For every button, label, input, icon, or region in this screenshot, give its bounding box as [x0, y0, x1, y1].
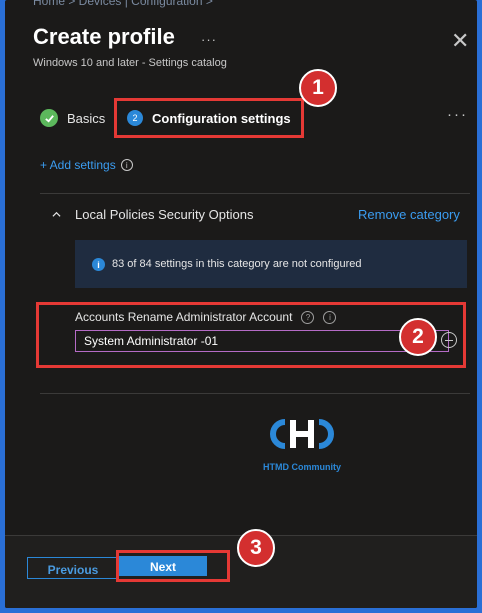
setting-label: Accounts Rename Administrator Account ? … [75, 310, 337, 324]
annotation-badge-1: 1 [299, 69, 337, 107]
next-button[interactable]: Next [119, 556, 207, 576]
chevron-up-icon[interactable] [52, 210, 61, 219]
tab-basics-label: Basics [67, 110, 106, 126]
annotation-badge-2: 2 [399, 318, 437, 356]
steps-more-icon[interactable]: ··· [447, 106, 468, 123]
add-settings-label: + Add settings [40, 158, 116, 172]
learn-more-icon[interactable]: ? [301, 310, 315, 324]
tab-basics[interactable]: Basics [40, 107, 105, 129]
step-number-icon: 2 [127, 110, 143, 126]
tab-configuration-settings[interactable]: 2 Configuration settings [127, 107, 291, 129]
remove-category-link[interactable]: Remove category [358, 207, 460, 222]
create-profile-panel: Home > Devices | Configuration > Create … [5, 0, 477, 608]
admin-account-name-input[interactable] [75, 330, 449, 352]
watermark-text: HTMD Community [263, 462, 341, 472]
annotation-badge-3: 3 [237, 529, 275, 567]
previous-button[interactable]: Previous [27, 557, 119, 579]
checkmark-icon [40, 109, 58, 127]
divider [40, 393, 470, 394]
add-settings-link[interactable]: + Add settings i [40, 158, 133, 172]
close-icon[interactable]: ✕ [451, 30, 469, 52]
remove-setting-icon[interactable] [441, 332, 457, 348]
page-subtitle: Windows 10 and later - Settings catalog [33, 57, 227, 69]
htmd-logo-icon [270, 419, 334, 449]
info-banner: i 83 of 84 settings in this category are… [75, 240, 467, 288]
info-icon[interactable]: i [120, 159, 133, 171]
category-title[interactable]: Local Policies Security Options [75, 207, 253, 222]
tab-configuration-settings-label: Configuration settings [152, 110, 291, 126]
title-more-icon[interactable]: ··· [201, 32, 217, 47]
info-banner-text: 83 of 84 settings in this category are n… [112, 258, 362, 270]
divider [40, 193, 470, 194]
info-icon[interactable]: i [323, 310, 337, 324]
setting-label-text: Accounts Rename Administrator Account [75, 310, 293, 324]
info-icon: i [92, 258, 105, 271]
breadcrumb[interactable]: Home > Devices | Configuration > [33, 0, 213, 8]
page-title: Create profile [33, 24, 175, 49]
